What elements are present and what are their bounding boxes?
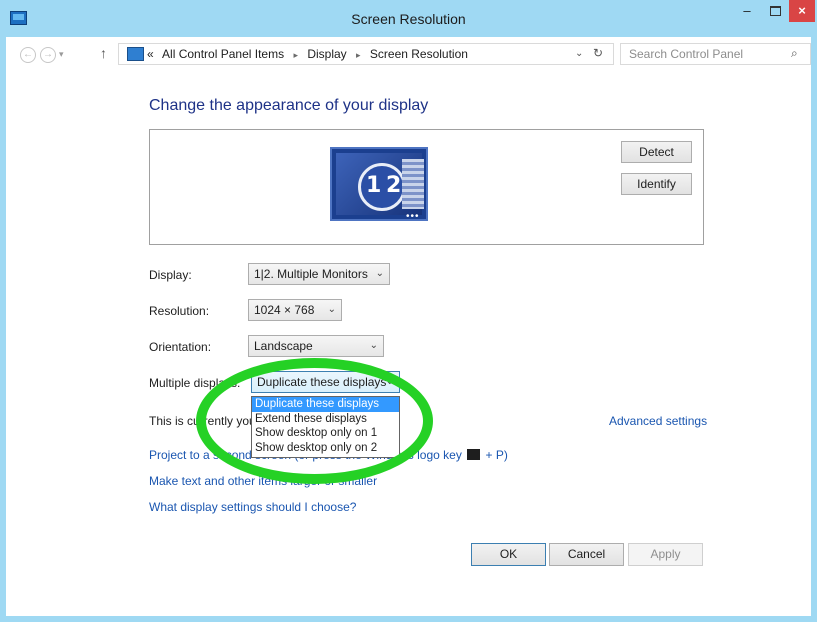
ok-button[interactable]: OK xyxy=(471,543,546,566)
windows-logo-icon xyxy=(467,449,481,460)
chevron-right-icon[interactable]: ▸ xyxy=(287,50,304,60)
maximize-icon xyxy=(769,6,781,16)
screen-resolution-window: Screen Resolution – × ← → ▾ ↑ « All Cont… xyxy=(0,0,817,622)
identify-button[interactable]: Identify xyxy=(621,173,692,195)
back-button[interactable]: ← xyxy=(20,47,36,63)
orientation-select-value: Landscape xyxy=(254,339,313,353)
display-preview: 1 2 ••• Detect Identify xyxy=(149,129,704,245)
cancel-button[interactable]: Cancel xyxy=(549,543,624,566)
close-button[interactable]: × xyxy=(789,0,815,22)
display-select[interactable]: 1|2. Multiple Monitors ⌄ xyxy=(248,263,390,285)
control-panel-icon xyxy=(127,47,144,61)
search-placeholder: Search Control Panel xyxy=(629,47,744,61)
chevron-down-icon: ⌄ xyxy=(327,304,336,315)
orientation-select[interactable]: Landscape ⌄ xyxy=(248,335,384,357)
display-label: Display: xyxy=(149,268,192,282)
display-help-link[interactable]: What display settings should I choose? xyxy=(149,500,356,514)
resolution-label: Resolution: xyxy=(149,304,210,318)
breadcrumb: « All Control Panel Items ▸ Display ▸ Sc… xyxy=(147,47,468,61)
detect-button[interactable]: Detect xyxy=(621,141,692,163)
highlight-ring xyxy=(196,358,433,484)
title-bar: Screen Resolution – × xyxy=(0,0,817,37)
apply-button[interactable]: Apply xyxy=(628,543,703,566)
forward-button[interactable]: → xyxy=(40,47,56,63)
breadcrumb-all-control-panel-items[interactable]: All Control Panel Items xyxy=(157,47,284,61)
recent-pages-dropdown[interactable]: ▾ xyxy=(59,49,64,60)
address-dropdown-icon[interactable]: ⌄ xyxy=(575,48,583,59)
address-bar[interactable]: « All Control Panel Items ▸ Display ▸ Sc… xyxy=(118,43,614,65)
breadcrumb-display[interactable]: Display xyxy=(307,47,346,61)
advanced-settings-link[interactable]: Advanced settings xyxy=(609,414,707,428)
monitor-number-2: 2 xyxy=(386,173,402,198)
window-title: Screen Resolution xyxy=(351,11,466,27)
chevron-down-icon: ⌄ xyxy=(375,268,384,279)
resolution-select-value: 1024 × 768 xyxy=(254,303,315,317)
monitor-icon[interactable]: 1 2 ••• xyxy=(330,147,428,222)
search-input[interactable]: Search Control Panel ⌕ xyxy=(620,43,811,65)
chevron-down-icon: ⌄ xyxy=(369,340,378,351)
minimize-button[interactable]: – xyxy=(733,0,761,22)
project-link-suffix: + P) xyxy=(485,448,508,462)
page-title: Change the appearance of your display xyxy=(149,97,429,114)
navigation-bar: ← → ▾ ↑ « All Control Panel Items ▸ Disp… xyxy=(6,37,811,71)
maximize-button[interactable] xyxy=(761,0,789,22)
orientation-label: Orientation: xyxy=(149,340,212,354)
chevron-right-icon[interactable]: ▸ xyxy=(350,50,367,60)
up-button[interactable]: ↑ xyxy=(100,45,107,61)
refresh-icon[interactable]: ↻ xyxy=(593,46,603,60)
breadcrumb-overflow[interactable]: « xyxy=(147,47,154,61)
monitor-dots: ••• xyxy=(406,211,420,222)
breadcrumb-screen-resolution[interactable]: Screen Resolution xyxy=(370,47,468,61)
monitor-number-1: 1 xyxy=(366,173,382,198)
display-select-value: 1|2. Multiple Monitors xyxy=(254,267,368,281)
resolution-select[interactable]: 1024 × 768 ⌄ xyxy=(248,299,342,321)
search-icon[interactable]: ⌕ xyxy=(791,46,798,61)
